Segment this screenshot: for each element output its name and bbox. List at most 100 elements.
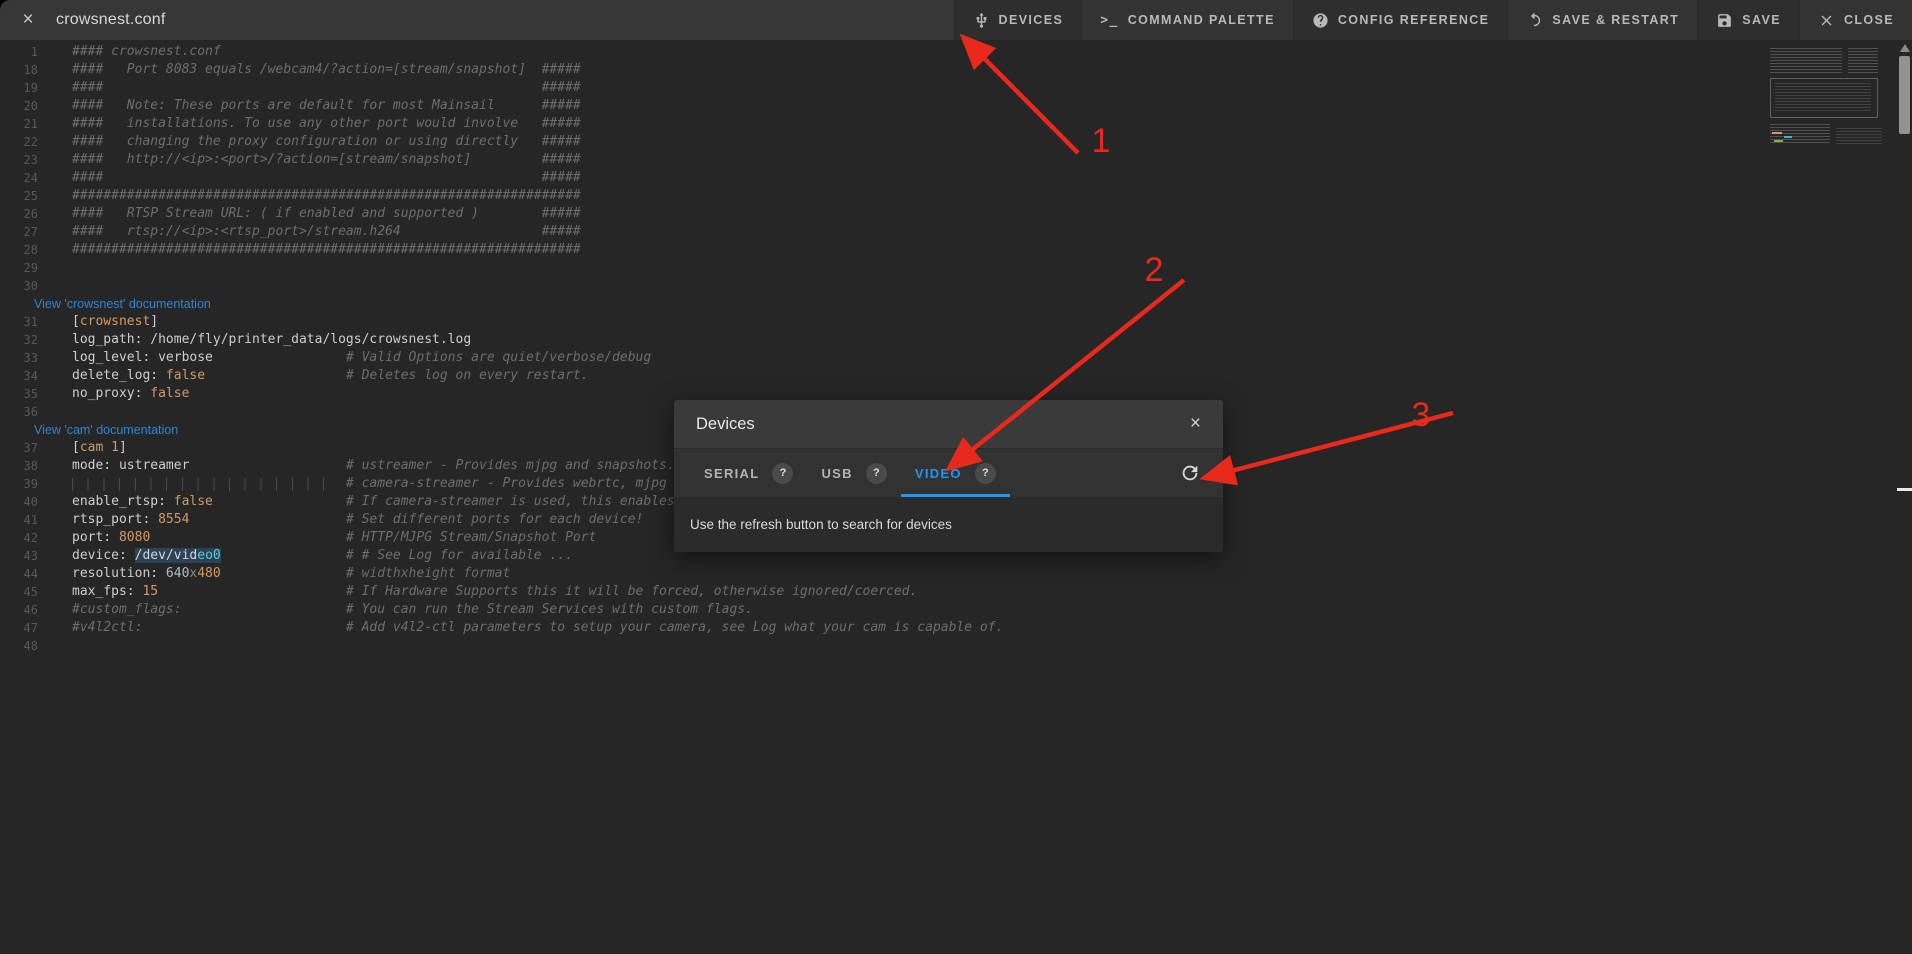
file-title: crowsnest.conf [56, 0, 166, 40]
code-line: 28######################################… [0, 241, 1898, 259]
save-button[interactable]: SAVE [1697, 0, 1799, 40]
line-number: 33 [0, 349, 38, 367]
code-line: 19 #### ##### [0, 79, 1898, 97]
devices-button[interactable]: DEVICES [954, 0, 1082, 40]
code-text: #### Port 8083 equals /webcam4/?action=[… [72, 61, 581, 79]
line-number: 46 [0, 601, 38, 619]
code-text: rtsp_port: 8554 # Set different ports fo… [72, 511, 643, 529]
help-badge[interactable]: ? [866, 463, 887, 484]
code-line: 21#### installations. To use any other p… [0, 115, 1898, 133]
code-text: ########################################… [72, 241, 581, 259]
documentation-link[interactable]: View 'cam' documentation [34, 421, 178, 439]
code-text: #### ##### [72, 79, 581, 97]
restart-icon [1526, 12, 1543, 29]
terminal-icon: >_ [1100, 13, 1118, 28]
command-palette-button[interactable]: >_ COMMAND PALETTE [1081, 0, 1293, 40]
config-editor-window: × crowsnest.conf DEVICES >_ COMMAND PALETT… [0, 0, 1912, 954]
toolbar-button-label: CONFIG REFERENCE [1338, 13, 1490, 27]
close-button[interactable]: CLOSE [1799, 0, 1912, 40]
usb-icon [973, 12, 990, 29]
line-number: 47 [0, 619, 38, 637]
line-number: 37 [0, 439, 38, 457]
close-icon[interactable]: × [1186, 411, 1205, 437]
toolbar-button-label: DEVICES [999, 13, 1064, 27]
code-text: #### rtsp://<ip>:<rtsp_port>/stream.h264… [72, 223, 581, 241]
codelens-row: View 'crowsnest' documentation [0, 295, 1898, 313]
scrollbar-thumb[interactable] [1899, 56, 1910, 134]
editor-toolbar: DEVICES >_ COMMAND PALETTE CONFIG REFERENCE… [954, 0, 1912, 40]
code-text: #### http://<ip>:<port>/?action=[stream/… [72, 151, 581, 169]
help-badge[interactable]: ? [772, 463, 793, 484]
code-text: device: /dev/video0 # # See Log for avai… [72, 547, 573, 565]
tab-label: SERIAL [704, 466, 759, 481]
line-number: 42 [0, 529, 38, 547]
code-text: log_level: verbose # Valid Options are q… [72, 349, 651, 367]
code-line: 33 log_level: verbose # Valid Options are… [0, 349, 1898, 367]
devices-dialog: Devices × SERIAL?USB?VIDEO? Use the refr… [674, 400, 1223, 552]
dialog-title: Devices [696, 415, 1186, 434]
code-line: 31 [crowsnest] [0, 313, 1898, 331]
tab-usb[interactable]: USB? [807, 449, 900, 497]
code-line: 1#### crowsnest.conf [0, 43, 1898, 61]
line-number: 18 [0, 61, 38, 79]
code-text: log_path: /home/fly/printer_data/logs/cr… [72, 331, 471, 349]
code-text: #custom_flags: # You can run the Stream … [72, 601, 753, 619]
line-number: 24 [0, 169, 38, 187]
code-text: no_proxy: false [72, 385, 189, 403]
code-line: 20 #### Note: These ports are default for… [0, 97, 1898, 115]
code-line: 32log_path: /home/fly/printer_data/logs/… [0, 331, 1898, 349]
indent-guides [72, 478, 324, 491]
minimap[interactable] [1770, 48, 1884, 144]
toolbar-button-label: COMMAND PALETTE [1128, 13, 1275, 27]
code-text: [crowsnest] [72, 313, 158, 331]
line-number: 20 [0, 97, 38, 115]
code-text: [cam 1] [72, 439, 127, 457]
code-text: #### installations. To use any other por… [72, 115, 581, 133]
toolbar-button-label: SAVE & RESTART [1552, 13, 1679, 27]
line-number: 25 [0, 187, 38, 205]
line-number: 19 [0, 79, 38, 97]
code-text: #### changing the proxy configuration or… [72, 133, 581, 151]
line-number: 38 [0, 457, 38, 475]
line-number: 1 [0, 43, 38, 61]
config-reference-button[interactable]: CONFIG REFERENCE [1293, 0, 1508, 40]
line-number: 29 [0, 259, 38, 277]
titlebar-spacer [166, 0, 954, 40]
code-line: 48 [0, 637, 1898, 655]
code-text: #### Note: These ports are default for m… [72, 97, 581, 115]
tab-label: USB [821, 466, 852, 481]
scroll-up-arrow[interactable] [1900, 44, 1910, 52]
line-number: 36 [0, 403, 38, 421]
code-line: 22 #### changing the proxy configuration … [0, 133, 1898, 151]
code-line: 26 #### RTSP Stream URL: ( if enabled and… [0, 205, 1898, 223]
line-number: 44 [0, 565, 38, 583]
code-text: port: 8080 # HTTP/MJPG Stream/Snapshot P… [72, 529, 596, 547]
code-text: ########################################… [72, 187, 581, 205]
close-icon[interactable]: × [0, 0, 56, 40]
scrollbar[interactable] [1898, 40, 1912, 954]
line-number: 23 [0, 151, 38, 169]
line-number: 22 [0, 133, 38, 151]
line-number: 35 [0, 385, 38, 403]
help-badge[interactable]: ? [975, 463, 996, 484]
code-line: 29 [0, 259, 1898, 277]
line-number: 34 [0, 367, 38, 385]
line-number: 26 [0, 205, 38, 223]
line-number: 39 [0, 475, 38, 493]
line-number: 31 [0, 313, 38, 331]
code-line: 46 #custom_flags: # You can run the Strea… [0, 601, 1898, 619]
tab-serial[interactable]: SERIAL? [690, 449, 807, 497]
documentation-link[interactable]: View 'crowsnest' documentation [34, 295, 211, 313]
refresh-button[interactable] [1177, 460, 1203, 486]
code-text: resolution: 640x480 # widthxheight forma… [72, 565, 510, 583]
save-restart-button[interactable]: SAVE & RESTART [1507, 0, 1697, 40]
code-text: delete_log: false # Deletes log on every… [72, 367, 589, 385]
toolbar-button-label: SAVE [1742, 13, 1781, 27]
code-line: 27#### rtsp://<ip>:<rtsp_port>/stream.h2… [0, 223, 1898, 241]
editor-titlebar: × crowsnest.conf DEVICES >_ COMMAND PALETT… [0, 0, 1912, 40]
tab-video[interactable]: VIDEO? [901, 449, 1010, 497]
code-line: 18 #### Port 8083 equals /webcam4/?action… [0, 61, 1898, 79]
line-number: 41 [0, 511, 38, 529]
code-text: #### RTSP Stream URL: ( if enabled and s… [72, 205, 581, 223]
minimap-mark [1772, 132, 1782, 134]
